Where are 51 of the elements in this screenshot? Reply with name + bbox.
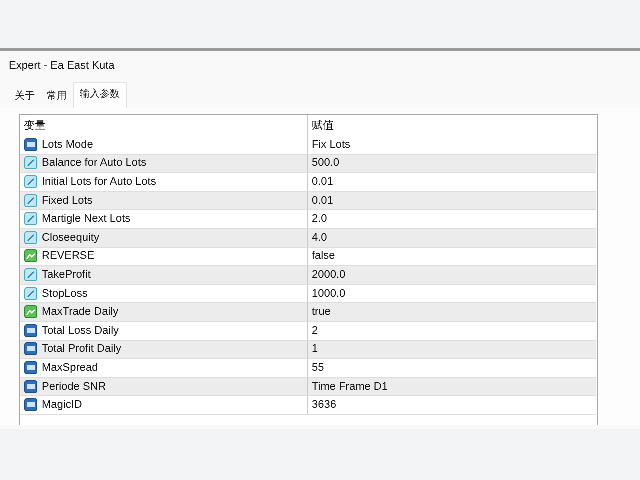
parameter-name: Lots Mode [42, 138, 94, 151]
fraction-type-icon [24, 174, 38, 189]
parameter-value[interactable]: true [312, 306, 331, 318]
parameter-value[interactable]: Fix Lots [312, 138, 351, 151]
integer-type-icon [24, 398, 38, 412]
parameter-value[interactable]: 3636 [312, 399, 336, 412]
parameter-name: Total Loss Daily [42, 324, 120, 337]
parameter-name: TakeProfit [42, 268, 91, 281]
parameter-value[interactable]: 1 [312, 343, 318, 356]
parameter-value[interactable]: 1000.0 [312, 288, 346, 300]
parameter-name: Closeequity [42, 232, 100, 244]
parameter-value[interactable]: 2 [312, 324, 318, 337]
integer-type-icon [24, 360, 38, 375]
parameter-name: Initial Lots for Auto Lots [42, 176, 156, 188]
integer-type-icon [24, 324, 38, 338]
parameter-value[interactable]: 0.01 [312, 194, 334, 207]
parameter-value[interactable]: 500.0 [312, 157, 340, 170]
parameter-name: Balance for Auto Lots [42, 157, 147, 170]
fraction-type-icon [24, 194, 38, 208]
parameter-name: Total Profit Daily [42, 343, 122, 356]
fraction-type-icon [24, 286, 38, 301]
parameter-value[interactable]: false [312, 250, 336, 262]
parameter-name: Martigle Next Lots [42, 213, 131, 226]
integer-type-icon [24, 380, 38, 394]
tab[interactable]: 关于 [9, 85, 41, 108]
boolean-type-icon [24, 249, 38, 264]
parameter-value[interactable]: 0.01 [312, 176, 334, 188]
parameter-value[interactable]: 2000.0 [312, 268, 346, 281]
parameter-value[interactable]: Time Frame D1 [312, 380, 388, 393]
fraction-type-icon [24, 212, 38, 226]
parameter-name: Periode SNR [42, 380, 106, 393]
fraction-type-icon [24, 156, 38, 170]
column-header[interactable]: 变量 [24, 118, 46, 133]
fraction-type-icon [24, 268, 38, 282]
parameter-value[interactable]: 55 [312, 362, 324, 374]
fraction-type-icon [24, 230, 38, 245]
parameter-name: Fixed Lots [42, 194, 93, 207]
integer-type-icon [24, 138, 38, 152]
parameter-name: REVERSE [42, 250, 95, 262]
tab[interactable]: 常用 [41, 85, 73, 108]
integer-type-icon [24, 342, 38, 356]
window-title: Expert - Ea East Kuta [9, 60, 115, 72]
parameter-value[interactable]: 2.0 [312, 213, 328, 226]
parameter-name: MaxTrade Daily [42, 306, 119, 318]
parameter-value[interactable]: 4.0 [312, 232, 328, 244]
boolean-type-icon [24, 305, 38, 320]
parameter-name: MagicID [42, 399, 82, 412]
tab[interactable]: 输入参数 [73, 82, 127, 108]
column-header[interactable]: 赋值 [312, 118, 334, 133]
parameter-name: StopLoss [42, 288, 88, 300]
parameter-name: MaxSpread [42, 362, 98, 374]
